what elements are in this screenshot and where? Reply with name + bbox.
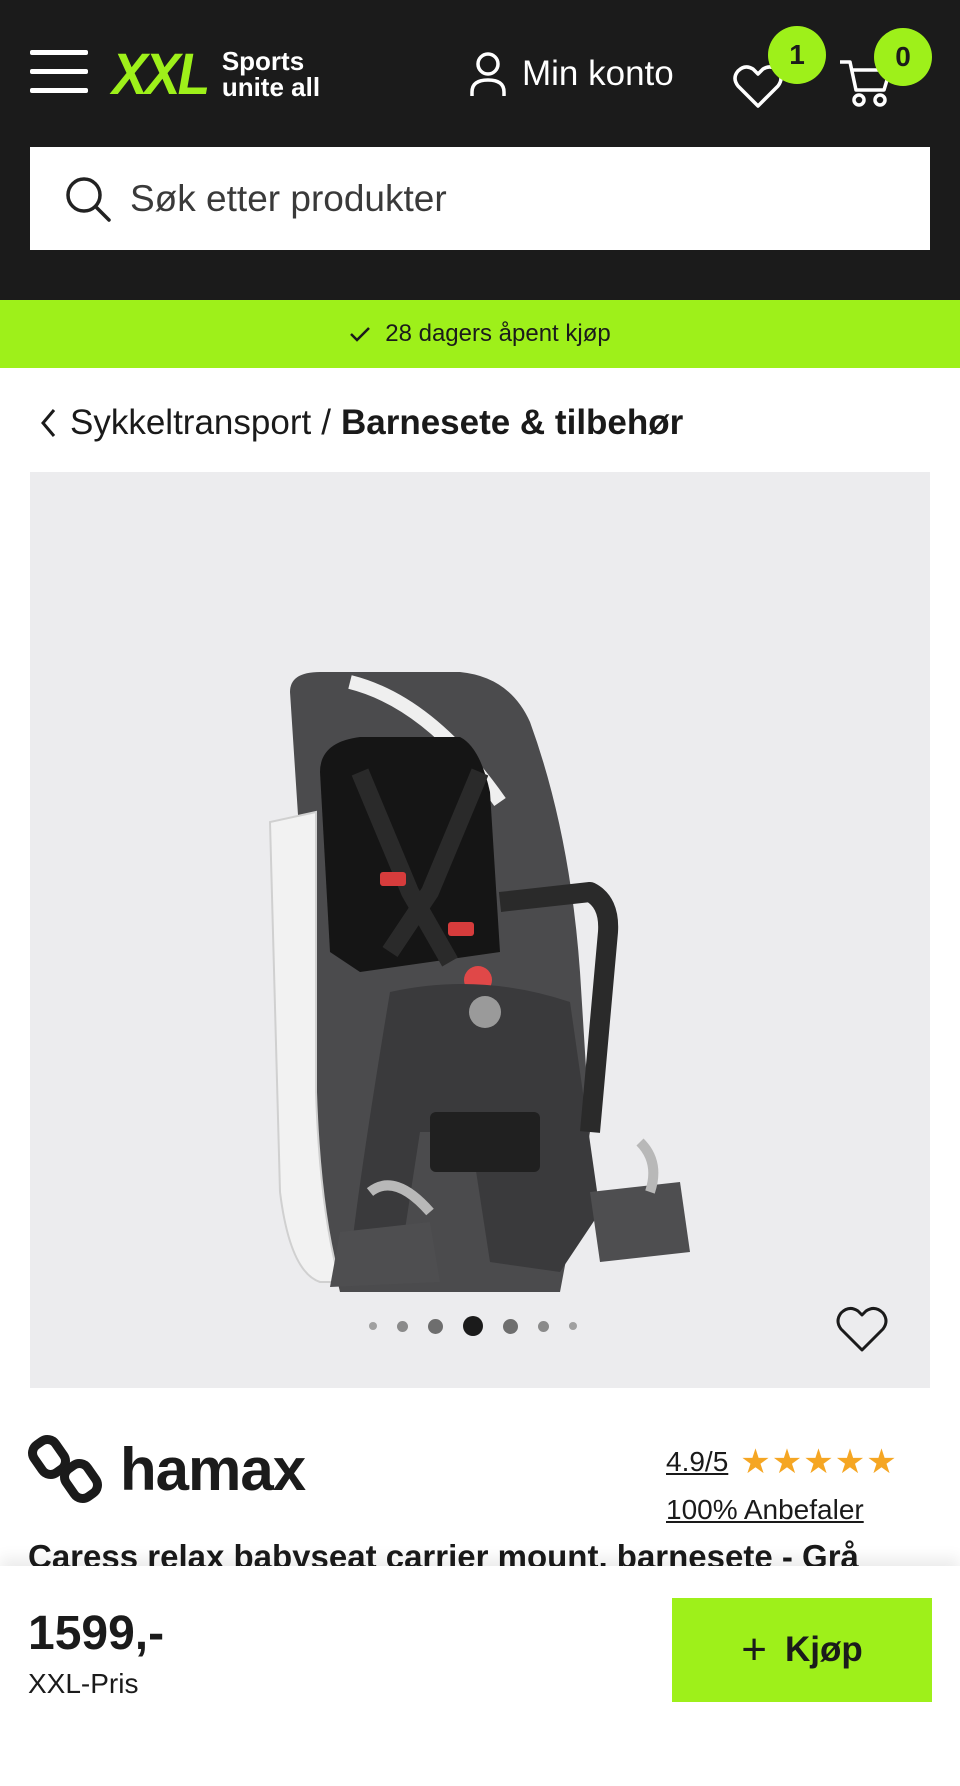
buy-button[interactable]: + Kjøp <box>672 1598 932 1702</box>
logo-tagline: Sports unite all <box>222 48 320 100</box>
gallery-dot[interactable] <box>397 1320 408 1332</box>
search-input[interactable] <box>130 177 890 220</box>
gallery-dot[interactable] <box>428 1318 443 1334</box>
star-rating-icon: ★★★★★ <box>740 1443 898 1481</box>
user-icon <box>470 52 506 96</box>
product-price: 1599,- <box>28 1607 165 1660</box>
gallery-dot[interactable] <box>369 1322 377 1330</box>
search-icon <box>66 176 111 222</box>
rating-score[interactable]: 4.9/5 <box>666 1446 728 1478</box>
favorite-heart-icon[interactable] <box>834 1302 890 1354</box>
logo-text: XXL <box>112 41 210 107</box>
brand-name: hamax <box>120 1435 306 1503</box>
site-header: XXL Sports unite all Min konto 1 0 <box>0 0 960 300</box>
breadcrumb-parent-link[interactable]: Sykkeltransport <box>70 403 311 443</box>
breadcrumb-separator: / <box>321 403 331 442</box>
product-image <box>268 672 690 1292</box>
product-rating[interactable]: 4.9/5 ★★★★★ 100% Anbefaler <box>666 1442 898 1526</box>
gallery-dot[interactable] <box>503 1318 518 1334</box>
gallery-dot[interactable] <box>569 1322 577 1330</box>
plus-icon: + <box>741 1625 767 1674</box>
search-bar[interactable] <box>30 147 930 250</box>
gallery-dot-active[interactable] <box>463 1316 483 1336</box>
site-logo[interactable]: XXL Sports unite all <box>112 42 320 107</box>
product-image-gallery[interactable] <box>30 472 930 1388</box>
price-label: XXL-Pris <box>28 1668 139 1699</box>
account-label: Min konto <box>522 54 674 93</box>
usp-bar: 28 dagers åpent kjøp <box>0 300 960 368</box>
account-link[interactable]: Min konto <box>468 48 674 100</box>
wishlist-button[interactable]: 1 <box>728 26 826 110</box>
usp-text: 28 dagers åpent kjøp <box>385 320 611 347</box>
logo-tagline-line2: unite all <box>221 72 321 102</box>
wishlist-count-badge: 1 <box>768 26 826 84</box>
cart-button[interactable]: 0 <box>840 28 932 110</box>
gallery-pagination[interactable] <box>30 1316 930 1336</box>
gallery-dot[interactable] <box>538 1320 549 1332</box>
checkmark-icon <box>350 327 371 342</box>
recommend-link[interactable]: 100% Anbefaler <box>666 1494 898 1526</box>
menu-icon[interactable] <box>30 50 88 94</box>
cart-count-badge: 0 <box>874 28 932 86</box>
brand-logo[interactable]: hamax <box>28 1432 306 1506</box>
chevron-left-icon[interactable] <box>40 408 56 438</box>
breadcrumb-current[interactable]: Barnesete & tilbehør <box>341 403 683 443</box>
sticky-buy-bar: 1599,- XXL-Pris + Kjøp <box>0 1566 960 1786</box>
hamax-logo-icon <box>28 1435 102 1503</box>
breadcrumb: Sykkeltransport / Barnesete & tilbehør <box>40 398 683 448</box>
buy-button-label: Kjøp <box>784 1630 863 1669</box>
